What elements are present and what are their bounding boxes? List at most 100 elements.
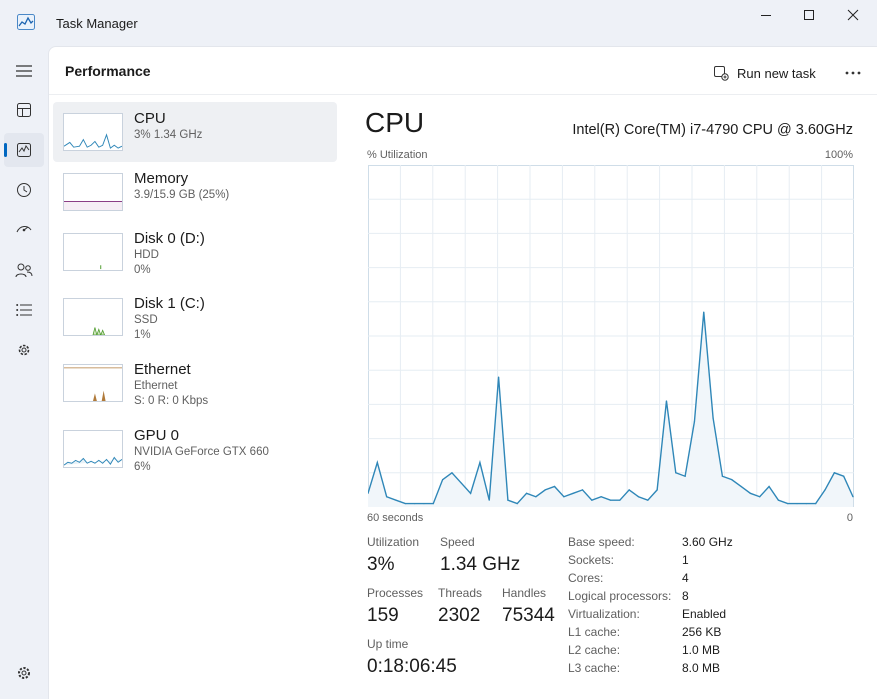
cpu-utilization-point [852,496,854,498]
cpu-utilization-point [759,496,761,498]
cpu-utilization-point [712,417,714,419]
device-usage: 6% [134,461,151,473]
spec-value: 1 [682,553,689,567]
spec-label: L3 cache: [568,661,621,675]
device-item-cpu[interactable]: CPU 3% 1.34 GHz [53,102,337,162]
utilization-value: 3% [367,554,395,575]
cpu-utilization-point [787,502,789,505]
nav-settings[interactable] [4,656,44,690]
cpu-utilization-point [544,489,546,491]
spec-value: 3.60 GHz [682,535,733,549]
device-adapter: Ethernet [134,380,178,392]
spec-value: 4 [682,571,689,585]
nav-services[interactable] [4,333,44,367]
cpu-utilization-point [395,499,397,501]
disk-1-thumbnail-graph [63,298,123,336]
cpu-utilization-point [684,475,686,477]
cpu-utilization-point [665,400,668,402]
close-button[interactable] [830,0,876,30]
device-item-disk-0[interactable]: Disk 0 (D:) HDD 0% [53,222,337,282]
cpu-utilization-point [656,489,658,491]
cpu-utilization-point [628,489,630,491]
spec-value: 256 KB [682,625,722,639]
settings-icon [18,667,30,679]
nav-app-history[interactable] [4,173,44,207]
spec-label: Virtualization: [568,607,640,621]
cpu-utilization-point [376,461,378,464]
cpu-utilization-point [386,496,388,498]
spec-value: 1.0 MB [682,643,721,657]
navigation-rail [0,46,48,699]
device-name: Ethernet [134,361,191,378]
spec-label: Logical processors: [568,589,672,603]
memory-thumbnail-graph [63,173,123,211]
device-type: SSD [134,314,158,326]
device-detail: 3% 1.34 GHz [134,129,203,141]
services-icon [18,344,30,356]
hamburger-menu-icon [16,65,32,77]
users-icon [15,263,33,278]
cpu-utilization-point [675,472,677,474]
run-new-task-button[interactable]: Run new task [713,63,816,83]
maximize-icon [804,10,814,20]
cpu-utilization-point [749,492,752,494]
cpu-utilization-point [497,376,500,378]
spec-label: Cores: [568,571,604,585]
speed-value: 1.34 GHz [440,554,521,575]
device-detail: 3.9/15.9 GB (25%) [134,189,230,201]
cpu-utilization-point [833,472,835,474]
nav-users[interactable] [4,253,44,287]
device-name: Disk 0 (D:) [134,230,205,247]
speed-label: Speed [440,535,475,549]
cpu-utilization-point [507,499,509,501]
uptime-value: 0:18:06:45 [367,656,457,677]
more-options-button[interactable] [841,63,865,83]
graph-y-min-label: 0 [846,512,853,524]
device-item-disk-1[interactable]: Disk 1 (C:) SSD 1% [53,287,337,347]
device-item-memory[interactable]: Memory 3.9/15.9 GB (25%) [53,162,337,222]
window-title: Task Manager [56,16,138,31]
device-usage: 0% [134,264,151,276]
nav-startup-apps[interactable] [4,213,44,247]
app-history-icon [17,183,31,197]
graph-time-span-label: 60 seconds [367,512,424,524]
more-options-icon [845,71,861,75]
processes-label: Processes [367,586,424,600]
device-item-gpu-0[interactable]: GPU 0 NVIDIA GeForce GTX 660 6% [53,419,337,479]
maximize-button[interactable] [786,0,832,30]
spec-label: Base speed: [568,535,635,549]
cpu-utilization-point [572,492,574,494]
cpu-utilization-point [563,496,565,498]
nav-details[interactable] [4,293,44,327]
cpu-utilization-point [479,461,481,464]
nav-processes[interactable] [4,93,44,127]
cpu-utilization-point [516,502,518,505]
cpu-utilization-point [731,479,733,481]
cpu-utilization-point [721,475,724,477]
device-item-ethernet[interactable]: Ethernet Ethernet S: 0 R: 0 Kbps [53,353,337,413]
cpu-utilization-point [469,492,472,494]
nav-performance[interactable] [4,133,44,167]
device-type: HDD [134,249,159,261]
device-name: Disk 1 (C:) [134,295,205,312]
close-icon [847,9,859,21]
graph-y-label: % Utilization [367,149,428,161]
cpu-utilization-point [693,420,696,423]
cpu-utilization-point [451,472,453,474]
spec-value: 8.0 MB [682,661,721,675]
cpu-utilization-point [600,496,602,498]
cpu-utilization-point [703,311,705,313]
device-usage: 1% [134,329,151,341]
title-bar: Task Manager [0,0,877,46]
cpu-utilization-point [796,502,798,505]
nav-hamburger-button[interactable] [4,54,44,88]
cpu-utilization-point [815,502,817,505]
spec-label: Sockets: [568,553,615,567]
cpu-utilization-graph [368,165,854,507]
spec-label: L2 cache: [568,643,621,657]
threads-value: 2302 [438,605,481,626]
cpu-utilization-point [591,499,593,501]
spec-value: Enabled [682,607,727,621]
cpu-utilization-point [777,499,779,501]
minimize-button[interactable] [743,0,789,30]
